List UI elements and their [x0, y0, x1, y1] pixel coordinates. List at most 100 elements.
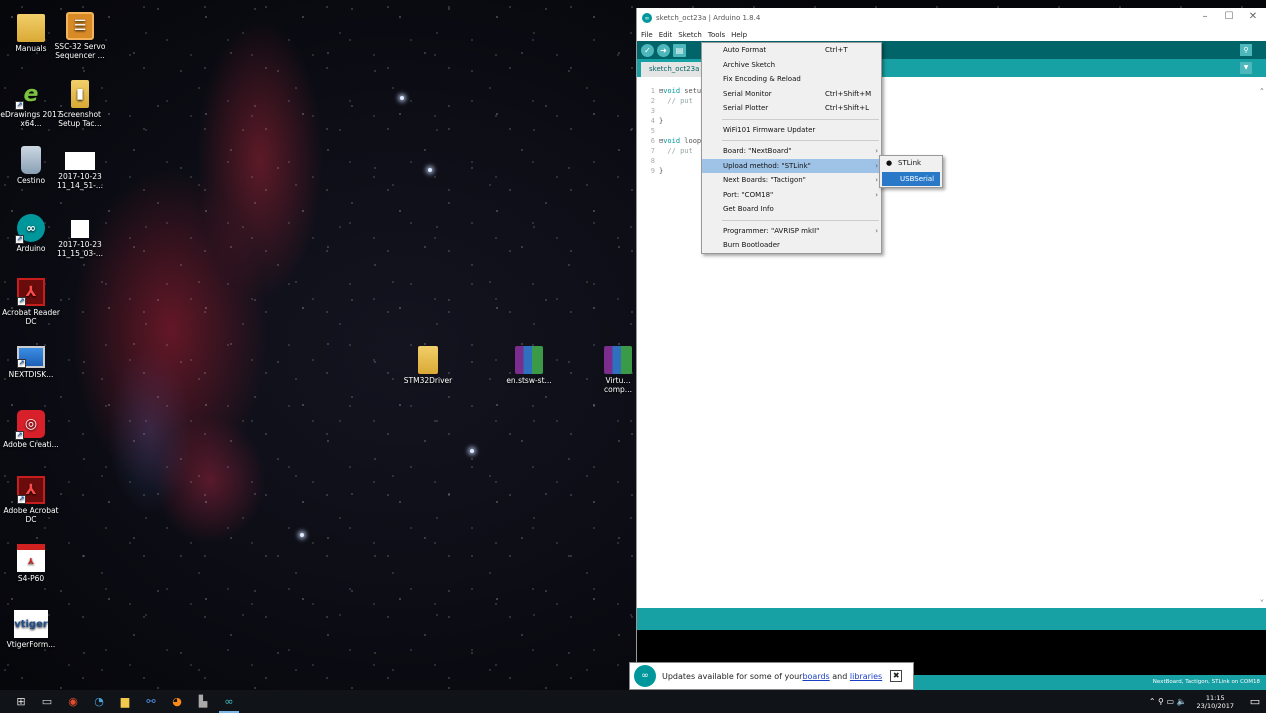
upload-method-submenu: ● STLink USBSerial: [879, 155, 943, 188]
bright-star: [300, 533, 304, 537]
editor-console-divider[interactable]: [637, 608, 1266, 630]
desktop-icon-servo-sequencer[interactable]: ☰ SSC-32 Servo Sequencer ...: [49, 12, 111, 60]
maximize-icon[interactable]: ☐: [1220, 11, 1238, 22]
menu-item-programmer[interactable]: Programmer: "AVRISP mkII" ›: [702, 224, 881, 239]
desktop-icon-acrobat-dc[interactable]: ⅄ ↗ Adobe Acrobat DC: [0, 476, 62, 524]
desktop-icon-screenshot-2[interactable]: 2017-10-23 11_15_03-...: [49, 220, 111, 258]
action-center-icon[interactable]: ▭: [1244, 695, 1266, 708]
verify-button[interactable]: ✓: [641, 43, 654, 57]
system-tray: ⌃ ⚲ ▭ 🔈 11:15 23/10/2017 ▭: [1149, 690, 1266, 713]
desktop-icon-label: 2017-10-23 11_14_51-...: [57, 172, 103, 190]
desktop-icon-label: Adobe Acrobat DC: [3, 506, 59, 524]
chrome-icon[interactable]: ◉: [60, 690, 86, 713]
winrar-icon: [515, 346, 543, 374]
menu-bar: File Edit Sketch Tools Help: [637, 28, 1266, 41]
shortcut-arrow-icon: ↗: [17, 297, 26, 306]
menu-item-auto-format[interactable]: Auto Format Ctrl+T: [702, 43, 881, 58]
libraries-link[interactable]: libraries: [850, 672, 882, 681]
desktop-icon-nextdisk[interactable]: ↗ NEXTDISK...: [0, 346, 62, 379]
desktop-icon-label: STM32Driver: [403, 376, 453, 385]
minimize-icon[interactable]: –: [1196, 11, 1214, 22]
vtiger-icon: vtiger: [14, 610, 48, 638]
image-file-icon: [71, 220, 89, 238]
arduino-taskbar-icon[interactable]: ∞: [216, 690, 242, 713]
file-explorer-icon[interactable]: ▆: [112, 690, 138, 713]
serial-monitor-button[interactable]: ⚲: [1240, 44, 1252, 56]
updates-notification: ∞ Updates available for some of your boa…: [629, 662, 914, 690]
menu-item-archive-sketch[interactable]: Archive Sketch: [702, 58, 881, 73]
menu-tools[interactable]: Tools: [708, 31, 725, 39]
shortcut-arrow-icon: ↗: [17, 495, 26, 504]
chevron-right-icon: ›: [875, 176, 878, 184]
tab-sketch[interactable]: sketch_oct23a: [641, 62, 701, 77]
submenu-item-stlink[interactable]: ● STLink: [880, 156, 942, 171]
menu-item-get-board-info[interactable]: Get Board Info: [702, 202, 881, 217]
notification-text: and: [829, 671, 850, 681]
desktop-icon-en-stsw[interactable]: en.stsw-st...: [498, 346, 560, 385]
shortcut-arrow-icon: ↗: [15, 101, 24, 110]
image-file-icon: [65, 152, 95, 170]
task-view-icon[interactable]: ▭: [34, 690, 60, 713]
menu-edit[interactable]: Edit: [659, 31, 673, 39]
desktop-icon-s4-p60[interactable]: ⅄ S4-P60: [0, 544, 62, 583]
shortcut-arrow-icon: ↗: [15, 431, 24, 440]
printer-app-icon[interactable]: ▙: [190, 690, 216, 713]
firefox-icon[interactable]: ◕: [164, 690, 190, 713]
tray-icons[interactable]: ⌃ ⚲ ▭ 🔈: [1149, 697, 1187, 706]
network-app-icon[interactable]: ⚯: [138, 690, 164, 713]
boards-link[interactable]: boards: [802, 672, 829, 681]
bright-star: [470, 449, 474, 453]
submenu-item-usbserial[interactable]: USBSerial: [882, 171, 940, 186]
menu-help[interactable]: Help: [731, 31, 747, 39]
code-line: 3: [650, 107, 655, 115]
desktop-icon-adobe-cc[interactable]: ◎ ↗ Adobe Creati...: [0, 410, 62, 449]
code-line: 1 ⊟void setu: [650, 87, 702, 95]
new-button[interactable]: ▤: [673, 43, 686, 57]
menu-item-burn-bootloader[interactable]: Burn Bootloader: [702, 238, 881, 253]
arduino-icon: ∞ ↗: [15, 214, 45, 244]
arduino-logo-icon: ∞: [642, 13, 652, 23]
menu-separator: [722, 219, 879, 221]
menu-item-serial-plotter[interactable]: Serial Plotter Ctrl+Shift+L: [702, 101, 881, 116]
winrar-icon: [604, 346, 632, 374]
desktop-icon-acrobat-reader[interactable]: ⅄ ↗ Acrobat Reader DC: [0, 278, 62, 326]
menu-item-board[interactable]: Board: "NextBoard" ›: [702, 144, 881, 159]
desktop-icon-screenshot-setup[interactable]: ▮ Screenshot Setup Tac...: [49, 80, 111, 128]
desktop-icon-vtiger[interactable]: vtiger VtigerForm...: [0, 610, 62, 649]
chevron-right-icon: ›: [875, 147, 878, 155]
shortcut-arrow-icon: ↗: [15, 235, 24, 244]
recycle-bin-icon: [21, 146, 41, 174]
desktop-icon-label: en.stsw-st...: [506, 376, 552, 385]
tools-menu: Auto Format Ctrl+T Archive Sketch Fix Enc…: [701, 42, 882, 254]
windows-start-icon[interactable]: ⊞: [8, 690, 34, 713]
menu-item-port[interactable]: Port: "COM18" ›: [702, 188, 881, 203]
menu-item-wifi101-updater[interactable]: WiFi101 Firmware Updater: [702, 123, 881, 138]
chevron-right-icon: ›: [875, 226, 878, 235]
code-line: 2 // put: [650, 97, 693, 105]
desktop-icon-label: Virtu... comp...: [604, 376, 632, 394]
menu-item-serial-monitor[interactable]: Serial Monitor Ctrl+Shift+M: [702, 87, 881, 102]
close-icon[interactable]: ✕: [1244, 11, 1262, 22]
monitor-icon: ↗: [17, 346, 45, 368]
menu-item-next-boards[interactable]: Next Boards: "Tactigon" ›: [702, 173, 881, 188]
menu-sketch[interactable]: Sketch: [678, 31, 702, 39]
menu-separator: [722, 140, 879, 141]
chevron-right-icon: ›: [875, 190, 878, 199]
desktop-icon-screenshot-1[interactable]: 2017-10-23 11_14_51-...: [49, 152, 111, 190]
scroll-up-icon[interactable]: ⌃: [1260, 87, 1264, 95]
folder-icon: [418, 346, 438, 374]
menu-item-upload-method[interactable]: Upload method: "STLink" ›: [702, 158, 881, 173]
title-bar: ∞ sketch_oct23a | Arduino 1.8.4 – ☐ ✕: [637, 8, 1266, 28]
edge-icon[interactable]: ◔: [86, 690, 112, 713]
upload-button[interactable]: ➜: [657, 43, 670, 57]
menu-item-fix-encoding[interactable]: Fix Encoding & Reload: [702, 72, 881, 87]
code-line: 5: [650, 127, 655, 135]
desktop-icon-label: S4-P60: [17, 574, 45, 583]
close-notification-button[interactable]: ✖: [890, 670, 903, 682]
tab-menu-button[interactable]: ▼: [1240, 62, 1252, 74]
menu-file[interactable]: File: [641, 31, 653, 39]
desktop-icon-virtual-comp[interactable]: Virtu... comp...: [600, 346, 636, 394]
desktop-icon-stm32driver[interactable]: STM32Driver: [397, 346, 459, 385]
scroll-down-icon[interactable]: ⌄: [1260, 595, 1264, 603]
clock[interactable]: 11:15 23/10/2017: [1197, 694, 1234, 710]
